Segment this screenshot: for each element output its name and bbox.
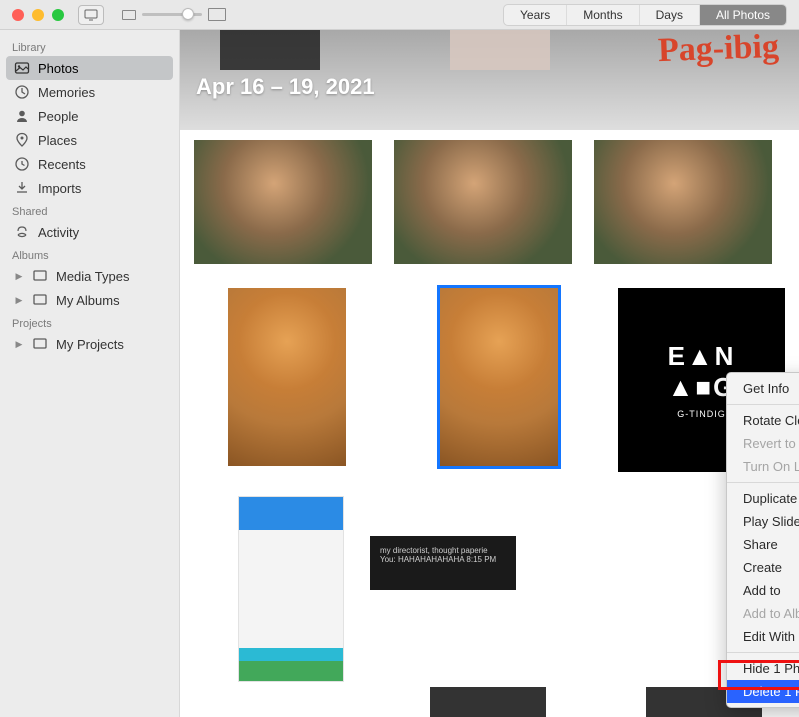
sidebar-item-label: Imports xyxy=(38,181,81,196)
activity-icon xyxy=(14,224,30,240)
poster-text: E▲N xyxy=(668,341,736,372)
sidebar-section-shared: Shared xyxy=(6,200,173,220)
menu-duplicate[interactable]: Duplicate 1 Photo xyxy=(727,487,799,510)
sidebar-item-people[interactable]: People xyxy=(6,104,173,128)
chat-text: You: HAHAHAHAHAHA 8:15 PM xyxy=(380,555,506,564)
photo-grid: E▲N ▲■G G-TINDIG my directorist, thought… xyxy=(180,130,799,717)
photo-grid-area: Pag-ibig Apr 16 – 19, 2021 E▲N ▲■G G-TIN… xyxy=(180,30,799,717)
sidebar-item-media-types[interactable]: ▶ Media Types xyxy=(6,264,173,288)
sidebar-section-albums: Albums xyxy=(6,244,173,264)
menu-get-info[interactable]: Get Info xyxy=(727,377,799,400)
sidebar-item-label: Recents xyxy=(38,157,86,172)
menu-share[interactable]: Share▶ xyxy=(727,533,799,556)
photo-thumbnail[interactable] xyxy=(228,288,346,466)
view-segmented-control: Years Months Days All Photos xyxy=(503,4,787,26)
sidebar-item-label: People xyxy=(38,109,78,124)
sidebar: Library Photos Memories People Places Re… xyxy=(0,30,180,717)
menu-rotate-clockwise[interactable]: Rotate Clockwise xyxy=(727,409,799,432)
sidebar-item-label: Photos xyxy=(38,61,78,76)
menu-edit-with[interactable]: Edit With▶ xyxy=(727,625,799,648)
sidebar-item-places[interactable]: Places xyxy=(6,128,173,152)
menu-separator xyxy=(727,404,799,405)
disclosure-icon[interactable]: ▶ xyxy=(14,339,24,350)
tab-years[interactable]: Years xyxy=(504,5,567,25)
people-icon xyxy=(14,108,30,124)
menu-create[interactable]: Create▶ xyxy=(727,556,799,579)
disclosure-icon[interactable]: ▶ xyxy=(14,271,24,282)
zoom-out-icon[interactable] xyxy=(122,10,136,20)
places-icon xyxy=(14,132,30,148)
sidebar-item-label: Activity xyxy=(38,225,79,240)
date-hero-banner: Pag-ibig Apr 16 – 19, 2021 xyxy=(180,30,799,130)
close-window-button[interactable] xyxy=(12,9,24,21)
sidebar-item-label: Media Types xyxy=(56,269,129,284)
menu-add-to-album: Add to Album xyxy=(727,602,799,625)
zoom-in-icon[interactable] xyxy=(208,8,226,21)
tab-days[interactable]: Days xyxy=(640,5,700,25)
sidebar-item-imports[interactable]: Imports xyxy=(6,176,173,200)
titlebar: Years Months Days All Photos xyxy=(0,0,799,30)
menu-hide-photo[interactable]: Hide 1 Photo xyxy=(727,657,799,680)
disclosure-icon[interactable]: ▶ xyxy=(14,295,24,306)
sidebar-item-label: My Albums xyxy=(56,293,120,308)
sidebar-item-label: My Projects xyxy=(56,337,124,352)
photo-thumbnail[interactable] xyxy=(594,140,772,264)
zoom-slider[interactable] xyxy=(142,13,202,16)
sidebar-section-library: Library xyxy=(6,36,173,56)
sidebar-item-activity[interactable]: Activity xyxy=(6,220,173,244)
menu-separator xyxy=(727,652,799,653)
photo-thumbnail[interactable] xyxy=(450,30,550,70)
zoom-slider-thumb[interactable] xyxy=(182,8,194,20)
photo-thumbnail[interactable]: Pag-ibig xyxy=(657,30,779,70)
date-range-title: Apr 16 – 19, 2021 xyxy=(196,74,375,100)
imports-icon xyxy=(14,180,30,196)
menu-delete-photo[interactable]: Delete 1 Photo xyxy=(727,680,799,703)
photo-thumbnail[interactable] xyxy=(220,30,320,70)
menu-separator xyxy=(727,482,799,483)
sidebar-item-memories[interactable]: Memories xyxy=(6,80,173,104)
photo-thumbnail[interactable]: my directorist, thought paperie You: HAH… xyxy=(370,536,516,590)
chat-text: my directorist, thought paperie xyxy=(380,546,506,555)
tab-months[interactable]: Months xyxy=(567,5,639,25)
menu-add-to[interactable]: Add to▶ xyxy=(727,579,799,602)
sidebar-item-recents[interactable]: Recents xyxy=(6,152,173,176)
memories-icon xyxy=(14,84,30,100)
sidebar-item-my-projects[interactable]: ▶ My Projects xyxy=(6,332,173,356)
menu-turn-on-live-photo: Turn On Live Photo xyxy=(727,455,799,478)
folder-icon xyxy=(32,268,48,284)
photo-thumbnail[interactable] xyxy=(430,687,546,717)
zoom-control xyxy=(122,8,226,21)
sidebar-item-my-albums[interactable]: ▶ My Albums xyxy=(6,288,173,312)
display-icon xyxy=(84,9,98,21)
photo-thumbnail[interactable] xyxy=(194,140,372,264)
photo-thumbnail-selected[interactable] xyxy=(440,288,558,466)
display-mode-button[interactable] xyxy=(78,5,104,25)
tab-all-photos[interactable]: All Photos xyxy=(700,5,786,25)
photo-thumbnail[interactable] xyxy=(238,496,344,682)
sidebar-section-projects: Projects xyxy=(6,312,173,332)
sidebar-item-label: Places xyxy=(38,133,77,148)
menu-play-slideshow[interactable]: Play Slideshow xyxy=(727,510,799,533)
folder-icon xyxy=(32,336,48,352)
folder-icon xyxy=(32,292,48,308)
context-menu: Get Info Rotate Clockwise Revert to Orig… xyxy=(726,372,799,708)
minimize-window-button[interactable] xyxy=(32,9,44,21)
photo-thumbnail[interactable] xyxy=(394,140,572,264)
fullscreen-window-button[interactable] xyxy=(52,9,64,21)
recents-icon xyxy=(14,156,30,172)
sidebar-item-photos[interactable]: Photos xyxy=(6,56,173,80)
photos-icon xyxy=(14,60,30,76)
sidebar-item-label: Memories xyxy=(38,85,95,100)
poster-subtext: G-TINDIG xyxy=(677,409,726,419)
window-controls xyxy=(12,9,64,21)
menu-revert-original: Revert to Original xyxy=(727,432,799,455)
